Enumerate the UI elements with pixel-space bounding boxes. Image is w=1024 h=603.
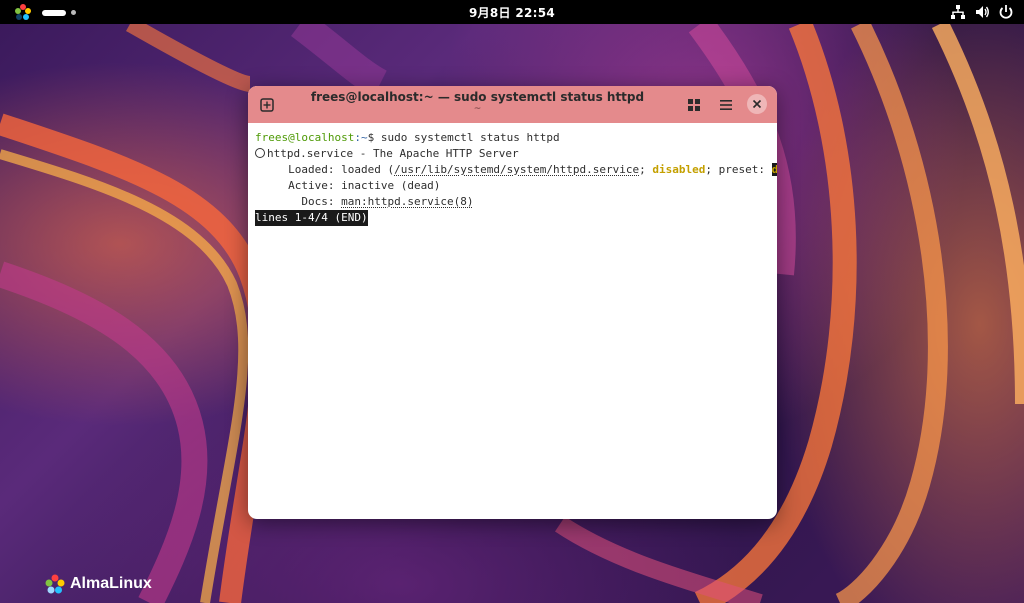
- docs-link[interactable]: man:httpd.service(8): [341, 195, 473, 208]
- preset-label: ; preset:: [705, 163, 772, 176]
- loaded-label: Loaded: loaded (: [255, 163, 395, 176]
- pager-line: lines 1-4/4 (END): [255, 210, 773, 226]
- enablement-state: disabled: [652, 163, 706, 176]
- truncation-marker: d>: [771, 163, 777, 176]
- window-title: frees@localhost:~ — sudo systemctl statu…: [310, 90, 645, 104]
- prompt-line: frees@localhost:~$ sudo systemctl status…: [255, 130, 773, 146]
- new-tab-button[interactable]: [256, 94, 278, 116]
- terminal-output[interactable]: frees@localhost:~$ sudo systemctl status…: [255, 130, 777, 226]
- prompt-user: frees@localhost: [255, 131, 355, 144]
- network-icon[interactable]: [950, 4, 966, 20]
- unit-file-path: /usr/lib/systemd/system/httpd.service: [394, 163, 640, 176]
- almalinux-brand-logo-icon: [45, 574, 65, 594]
- loaded-separator: ;: [639, 163, 653, 176]
- tab-overview-button[interactable]: [683, 94, 705, 116]
- docs-label: Docs:: [255, 195, 342, 208]
- docs-line: Docs: man:httpd.service(8): [255, 194, 773, 210]
- new-tab-icon: [260, 98, 274, 112]
- almalinux-branding: AlmaLinux: [44, 573, 152, 595]
- command-text: sudo systemctl status httpd: [374, 131, 560, 144]
- title-bar[interactable]: frees@localhost:~ — sudo systemctl statu…: [248, 86, 777, 123]
- top-bar: 9月8日 22:54: [0, 0, 1024, 24]
- brand-name: AlmaLinux: [70, 575, 152, 592]
- inactive-status-icon: [255, 148, 265, 158]
- window-subtitle: ~: [473, 104, 482, 114]
- loaded-line: Loaded: loaded (/usr/lib/systemd/system/…: [255, 162, 777, 178]
- close-icon: [752, 99, 762, 109]
- terminal-window[interactable]: frees@localhost:~ — sudo systemctl statu…: [248, 86, 777, 519]
- active-line: Active: inactive (dead): [255, 179, 441, 192]
- pager-status: lines 1-4/4 (END): [255, 210, 368, 226]
- hamburger-icon: [720, 100, 732, 110]
- prompt-path: :~: [354, 131, 368, 144]
- grid-icon: [688, 99, 700, 111]
- clock[interactable]: 9月8日 22:54: [0, 4, 1024, 21]
- close-button[interactable]: [747, 94, 767, 114]
- system-tray[interactable]: [950, 4, 1014, 20]
- menu-button[interactable]: [715, 94, 737, 116]
- volume-icon[interactable]: [974, 4, 990, 20]
- power-icon[interactable]: [998, 4, 1014, 20]
- service-name: httpd.service - The Apache HTTP Server: [267, 147, 519, 160]
- service-line: httpd.service - The Apache HTTP Server: [255, 146, 773, 162]
